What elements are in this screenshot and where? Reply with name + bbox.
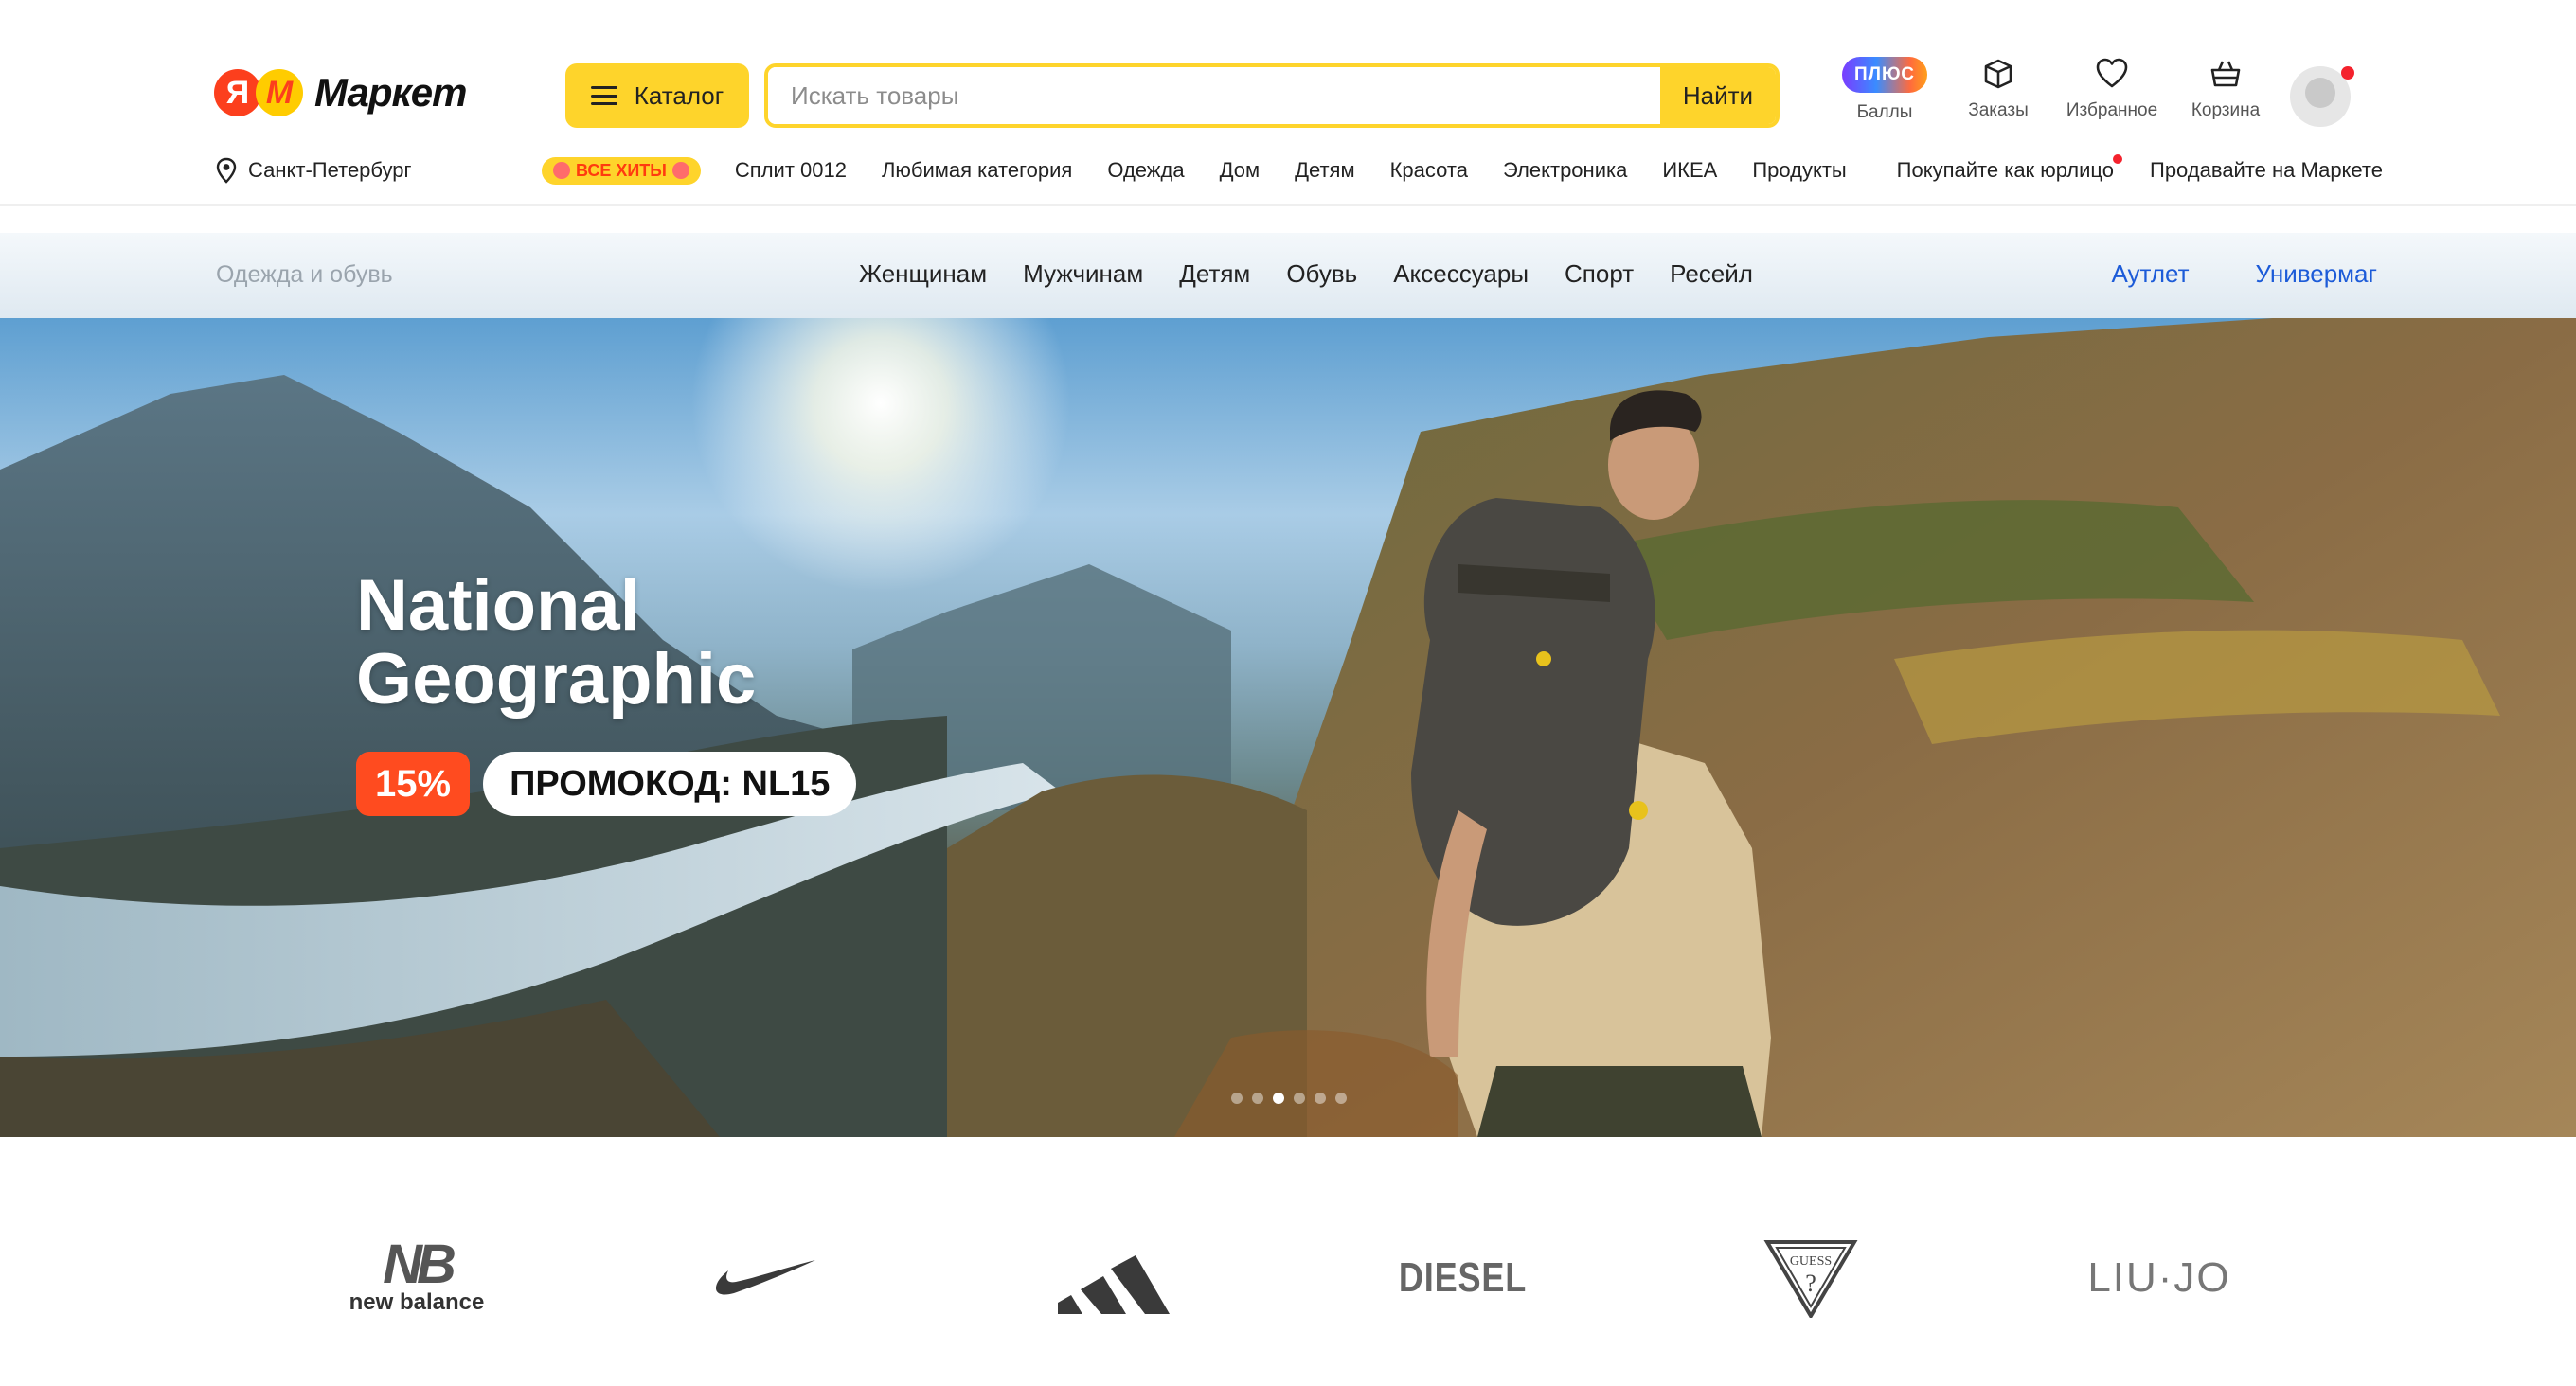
- hits-right-icon: [671, 162, 689, 179]
- subnav-link-split[interactable]: Сплит 0012: [735, 158, 847, 183]
- yandex-market-logo[interactable]: Я M Маркет: [214, 66, 468, 119]
- category-title[interactable]: Одежда и обувь: [216, 261, 393, 289]
- location-selector[interactable]: Санкт-Петербург: [214, 157, 494, 184]
- header-actions: ПЛЮС Баллы Заказы Избранное Корзина: [1828, 57, 2282, 123]
- discount-badge: 15%: [356, 752, 471, 816]
- category-link-sport[interactable]: Спорт: [1565, 259, 1634, 289]
- brand-new-balance[interactable]: NB new balance: [313, 1226, 521, 1330]
- brand-nike[interactable]: [661, 1226, 869, 1330]
- subnav-link-clothes[interactable]: Одежда: [1107, 158, 1184, 183]
- site-header: Я M Маркет Каталог Найти ПЛЮС Баллы Зака…: [0, 0, 2576, 206]
- category-link-accessories[interactable]: Аксессуары: [1393, 259, 1529, 289]
- carousel-dot[interactable]: [1231, 1093, 1243, 1104]
- cart-label: Корзина: [2191, 100, 2261, 120]
- subnav-link-beauty[interactable]: Красота: [1390, 158, 1468, 183]
- promo-row: 15% ПРОМОКОД: NL15: [356, 752, 857, 816]
- nike-swoosh-logo: [715, 1260, 815, 1295]
- new-balance-text: new balance: [349, 1289, 485, 1315]
- svg-text:?: ?: [1805, 1270, 1816, 1297]
- points-label: Баллы: [1856, 102, 1913, 122]
- top-subnav: Санкт-Петербург ВСЕ ХИТЫ Сплит 0012 Люби…: [214, 153, 2383, 187]
- brand-adidas[interactable]: [1010, 1226, 1218, 1330]
- category-link-men[interactable]: Мужчинам: [1023, 259, 1143, 289]
- subnav-right-links: Покупайте как юрлицо Продавайте на Марке…: [1897, 154, 2383, 183]
- hits-label: ВСЕ ХИТЫ: [576, 160, 667, 180]
- menu-icon: [590, 86, 617, 105]
- hero-title-line2: Geographic: [356, 639, 757, 720]
- brand-liujo[interactable]: LIU·JO: [2055, 1226, 2263, 1330]
- plus-points-icon: ПЛЮС: [1842, 57, 1927, 93]
- search-input[interactable]: [768, 67, 1660, 124]
- category-link-women[interactable]: Женщинам: [859, 259, 987, 289]
- brand-guess[interactable]: GUESS?: [1707, 1226, 1915, 1330]
- category-link-shoes[interactable]: Обувь: [1286, 259, 1357, 289]
- subnav-link-electronics[interactable]: Электроника: [1503, 158, 1627, 183]
- favorites-button[interactable]: Избранное: [2055, 57, 2169, 123]
- guess-logo: GUESS?: [1763, 1240, 1858, 1318]
- buy-as-company-link[interactable]: Покупайте как юрлицо: [1897, 154, 2123, 183]
- category-link-resale[interactable]: Ресейл: [1670, 259, 1753, 289]
- box-icon: [1984, 59, 2012, 89]
- logo-ya-circle: Я: [214, 69, 261, 116]
- subnav-link-favorite-category[interactable]: Любимая категория: [882, 158, 1072, 183]
- hero-title: National Geographic: [356, 569, 756, 717]
- brand-diesel[interactable]: DIESEL: [1358, 1226, 1566, 1330]
- hero-title-line1: National: [356, 565, 640, 646]
- carousel-dot[interactable]: [1315, 1093, 1326, 1104]
- svg-text:GUESS: GUESS: [1790, 1254, 1832, 1269]
- category-bar: Одежда и обувь Женщинам Мужчинам Детям О…: [0, 233, 2576, 318]
- subnav-link-kids[interactable]: Детям: [1295, 158, 1355, 183]
- carousel-dots: [1231, 1093, 1347, 1104]
- promo-code-badge: ПРОМОКОД: NL15: [483, 752, 857, 816]
- subnav-link-ikea[interactable]: ИКЕА: [1662, 158, 1717, 183]
- carousel-dot[interactable]: [1252, 1093, 1263, 1104]
- category-right-links: Аутлет Универмаг: [2111, 259, 2377, 289]
- logo-m-circle: M: [256, 69, 303, 116]
- category-link-kids[interactable]: Детям: [1179, 259, 1250, 289]
- subnav-links: Сплит 0012 Любимая категория Одежда Дом …: [735, 158, 1847, 183]
- orders-button[interactable]: Заказы: [1941, 57, 2055, 123]
- carousel-dot[interactable]: [1273, 1093, 1284, 1104]
- subnav-link-groceries[interactable]: Продукты: [1752, 158, 1846, 183]
- department-store-link[interactable]: Универмаг: [2256, 259, 2378, 289]
- brands-row: NB new balance DIESEL GUESS? LIU·JO: [313, 1221, 2263, 1335]
- new-balance-mark: NB: [383, 1234, 456, 1295]
- points-button[interactable]: ПЛЮС Баллы: [1828, 57, 1941, 123]
- carousel-dot[interactable]: [1335, 1093, 1347, 1104]
- notification-dot: [2341, 66, 2354, 80]
- sell-on-market-link[interactable]: Продавайте на Маркете: [2150, 158, 2383, 183]
- cart-button[interactable]: Корзина: [2169, 57, 2282, 123]
- all-hits-badge[interactable]: ВСЕ ХИТЫ: [542, 156, 701, 185]
- catalog-label: Каталог: [634, 80, 724, 110]
- favorites-label: Избранное: [2066, 100, 2158, 120]
- heart-icon: [2096, 58, 2128, 88]
- search-button[interactable]: Найти: [1660, 67, 1776, 124]
- carousel-dot[interactable]: [1294, 1093, 1305, 1104]
- hero-background-image: [0, 318, 2576, 1137]
- cart-icon: [2210, 61, 2241, 87]
- orders-label: Заказы: [1968, 100, 2029, 120]
- liujo-logo: LIU·JO: [2087, 1254, 2231, 1301]
- search-bar: Найти: [764, 63, 1780, 128]
- diesel-logo: DIESEL: [1398, 1254, 1527, 1301]
- location-pin-icon: [216, 157, 237, 184]
- catalog-button[interactable]: Каталог: [565, 63, 749, 128]
- hero-banner[interactable]: National Geographic 15% ПРОМОКОД: NL15: [0, 318, 2576, 1137]
- subnav-link-home[interactable]: Дом: [1220, 158, 1261, 183]
- logo-text: Маркет: [314, 70, 468, 115]
- hits-left-icon: [553, 162, 570, 179]
- adidas-logo: [1058, 1255, 1170, 1314]
- outlet-link[interactable]: Аутлет: [2111, 259, 2189, 289]
- city-label: Санкт-Петербург: [248, 158, 412, 182]
- category-links: Женщинам Мужчинам Детям Обувь Аксессуары…: [859, 259, 1753, 289]
